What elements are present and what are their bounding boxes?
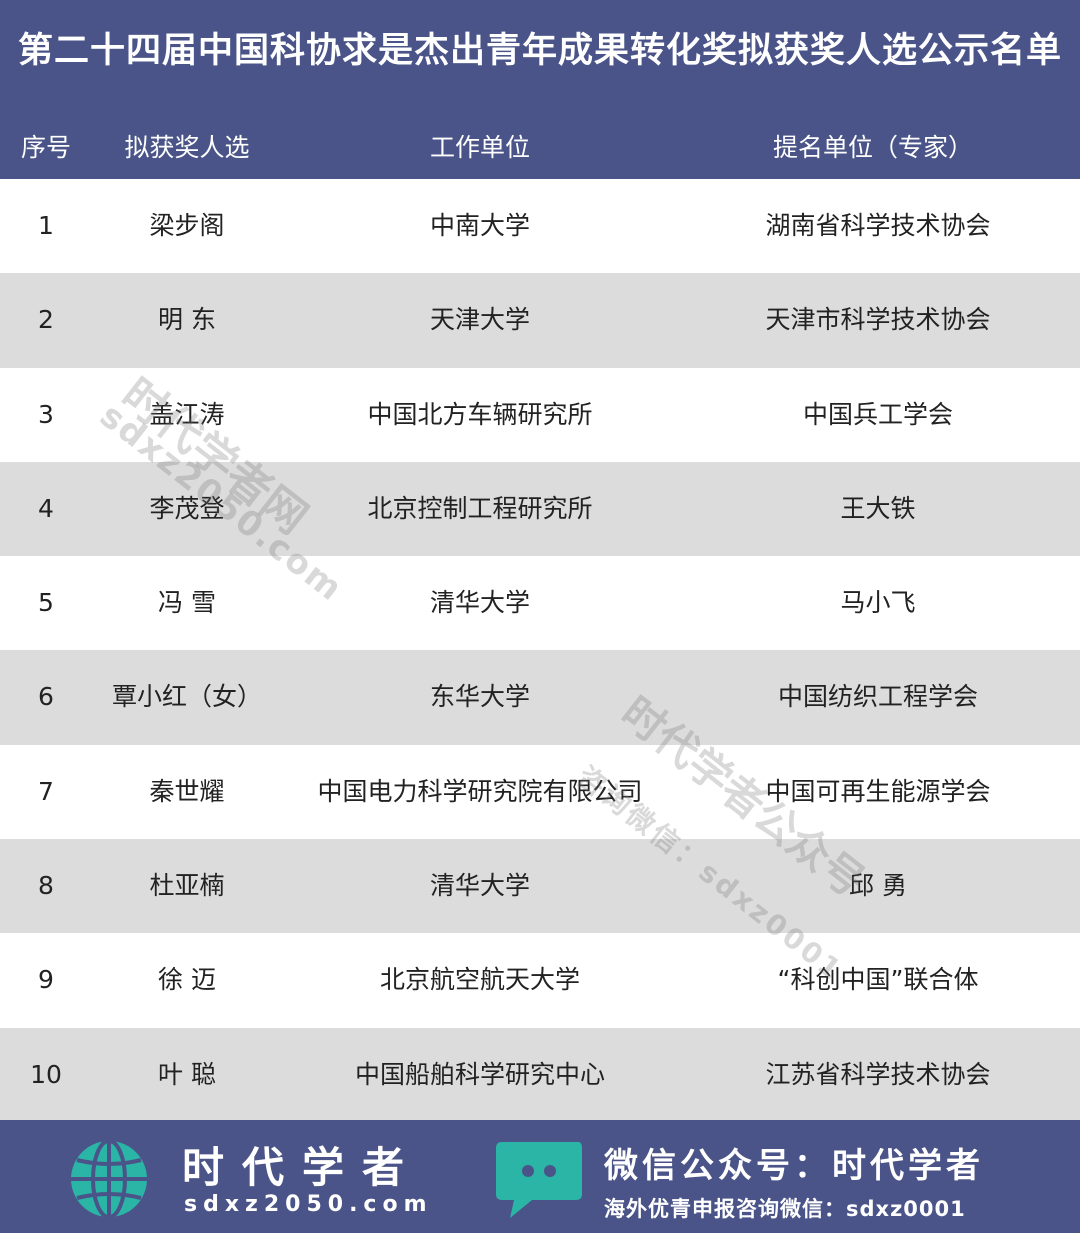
cell-nominator: 江苏省科学技术协会	[765, 1059, 991, 1089]
cell-nominator: 中国可再生能源学会	[765, 776, 991, 806]
table-row: 8 杜亚楠 清华大学 邱 勇	[0, 839, 1080, 934]
table-row: 1 梁步阁 中南大学 湖南省科学技术协会	[0, 179, 1080, 273]
cell-unit: 北京航空航天大学	[379, 965, 581, 995]
cell-candidate: 盖江涛	[149, 399, 225, 429]
cell-candidate: 叶 聪	[158, 1059, 216, 1089]
cell-unit: 中南大学	[429, 211, 531, 240]
column-header-candidate: 拟获奖人选	[124, 133, 250, 162]
wechat-account-title: 微信公众号：时代学者	[604, 1146, 984, 1186]
table-row: 4 李茂登 北京控制工程研究所 王大铁	[0, 461, 1080, 557]
cell-unit: 清华大学	[429, 871, 531, 901]
cell-unit: 中国电力科学研究院有限公司	[317, 776, 643, 806]
cell-nominator: 王大铁	[840, 493, 916, 523]
wechat-contact-line: 海外优青申报咨询微信：sdxz0001	[604, 1197, 966, 1221]
cell-unit: 中国船舶科学研究中心	[354, 1059, 606, 1089]
table-row: 5 冯 雪 清华大学 马小飞	[0, 556, 1080, 650]
cell-nominator: “科创中国”联合体	[777, 965, 979, 995]
cell-candidate: 冯 雪	[158, 588, 216, 618]
cell-nominator: 中国纺织工程学会	[777, 682, 979, 712]
cell-candidate: 秦世耀	[149, 776, 225, 806]
table-row: 3 盖江涛 中国北方车辆研究所 中国兵工学会	[0, 368, 1080, 462]
cell-index: 6	[38, 682, 54, 712]
cell-unit: 天津大学	[429, 305, 531, 335]
cell-index: 3	[38, 399, 54, 429]
cell-unit: 东华大学	[429, 682, 531, 712]
chat-bubble-icon	[496, 1142, 582, 1218]
candidate-table: 1 梁步阁 中南大学 湖南省科学技术协会 2 明 东天津大学 天津市科学技术协会 3 盖江涛 中国…	[0, 179, 1080, 1122]
table-row: 10 叶 聪 中国船舶科学研究中心 江苏省科学技术协会	[0, 1027, 1080, 1122]
cell-index: 2	[38, 305, 54, 335]
table-header-band: 第二十四届中国科协求是杰出青年成果转化奖拟获奖人选公示名单 序号 拟获奖人选 工…	[0, 0, 1080, 179]
column-header-index: 序号	[20, 133, 72, 162]
table-row: 2 明 东 天津大学 天津市科学技术协会	[0, 273, 1080, 368]
cell-index: 10	[30, 1059, 62, 1089]
cell-unit: 北京控制工程研究所	[367, 493, 593, 523]
cell-candidate: 李茂登	[149, 493, 225, 523]
cell-candidate: 杜亚楠	[149, 871, 225, 901]
brand-url: sdxz2050.com	[184, 1192, 433, 1217]
cell-candidate: 梁步阁	[149, 211, 225, 240]
page-title: 第二十四届中国科协求是杰出青年成果转化奖拟获奖人选公示名单	[17, 31, 1062, 71]
cell-unit: 清华大学	[429, 588, 531, 618]
cell-unit: 中国北方车辆研究所	[367, 399, 593, 429]
brand-name: 时代学者	[182, 1143, 423, 1192]
cell-nominator: 湖南省科学技术协会	[765, 211, 991, 240]
cell-nominator: 马小飞	[840, 588, 916, 618]
globe-icon	[71, 1139, 147, 1219]
cell-candidate: 明 东	[158, 305, 216, 335]
cell-candidate: 覃小红（女）	[111, 682, 263, 712]
cell-index: 5	[38, 588, 54, 618]
cell-index: 7	[38, 776, 54, 806]
table-row: 9 徐 迈 北京航空航天大学 “科创中国”联合体	[0, 933, 1080, 1027]
column-header-nominator: 提名单位（专家）	[772, 133, 974, 162]
cell-index: 4	[38, 493, 54, 523]
cell-nominator: 中国兵工学会	[802, 399, 954, 429]
footer-band: 时代学者 sdxz2050.com 微信公众号：时代学者 海外优青申报咨询微信：…	[0, 1120, 1080, 1233]
cell-index: 1	[38, 211, 54, 240]
cell-index: 8	[38, 871, 54, 901]
column-header-unit: 工作单位	[429, 133, 531, 162]
table-row: 6 覃小红（女） 东华大学 中国纺织工程学会	[0, 650, 1080, 745]
table-row: 7 秦世耀 中国电力科学研究院有限公司 中国可再生能源学会	[0, 745, 1080, 839]
cell-candidate: 徐 迈	[158, 965, 216, 995]
cell-nominator: 邱 勇	[849, 871, 907, 901]
cell-nominator: 天津市科学技术协会	[765, 305, 991, 335]
cell-index: 9	[38, 965, 54, 995]
